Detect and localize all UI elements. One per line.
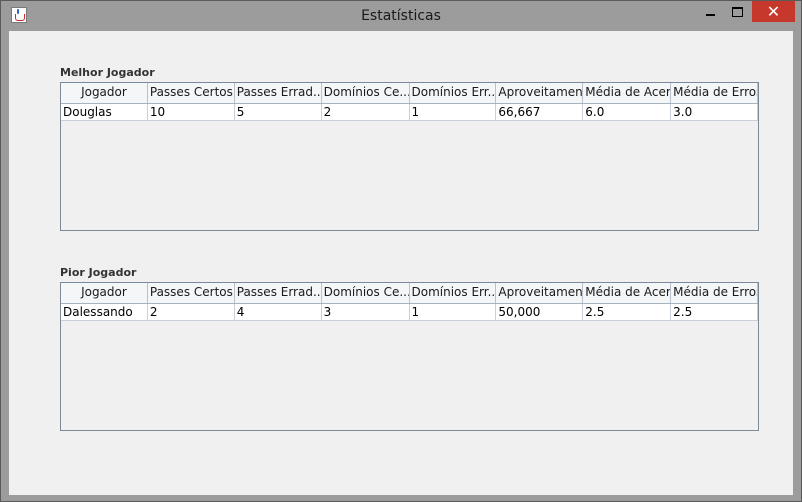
column-header-passes-right[interactable]: Passes Certos (148, 83, 235, 103)
cell-domains-right[interactable]: 3 (321, 304, 410, 321)
cell-avg-errors[interactable]: 3.0 (671, 104, 758, 121)
table-row[interactable]: Douglas 10 5 2 1 66,667 6.0 3.0 (61, 104, 758, 121)
close-icon: ✕ (766, 2, 781, 21)
column-header-passes-right[interactable]: Passes Certos (148, 283, 235, 303)
table-row[interactable]: Dalessando 2 4 3 1 50,000 2.5 2.5 (61, 304, 758, 321)
cell-domains-right[interactable]: 2 (321, 104, 410, 121)
minimize-button[interactable] (697, 1, 723, 22)
column-header-efficiency[interactable]: Aproveitamento (496, 283, 584, 303)
cell-efficiency[interactable]: 50,000 (496, 304, 584, 321)
column-header-domains-right[interactable]: Domínios Ce... (322, 283, 410, 303)
cell-domains-wrong[interactable]: 1 (409, 104, 497, 121)
window-title: Estatísticas (361, 8, 441, 24)
column-header-player[interactable]: Jogador (61, 283, 148, 303)
title-bar[interactable]: Estatísticas ✕ (1, 1, 801, 31)
minimize-icon (705, 13, 715, 16)
table-header: Jogador Passes Certos Passes Errad... Do… (61, 283, 758, 304)
statistics-window: Estatísticas ✕ Melhor Jogador Jogador Pa… (0, 0, 802, 502)
cell-passes-wrong[interactable]: 5 (234, 104, 322, 121)
cell-player[interactable]: Dalessando (61, 304, 148, 321)
maximize-button[interactable] (724, 1, 750, 22)
column-header-avg-hits[interactable]: Média de Acer... (583, 283, 672, 303)
cell-passes-right[interactable]: 10 (147, 104, 235, 121)
column-header-domains-right[interactable]: Domínios Ce... (322, 83, 410, 103)
cell-passes-right[interactable]: 2 (147, 304, 235, 321)
best-player-table[interactable]: Jogador Passes Certos Passes Errad... Do… (60, 82, 759, 231)
column-header-avg-errors[interactable]: Média de Erros (671, 83, 758, 103)
cell-player[interactable]: Douglas (61, 104, 148, 121)
column-header-player[interactable]: Jogador (61, 83, 148, 103)
column-header-domains-wrong[interactable]: Domínios Err... (410, 83, 497, 103)
window-frame-left (1, 31, 9, 501)
cell-efficiency[interactable]: 66,667 (496, 104, 584, 121)
best-player-label: Melhor Jogador (60, 66, 155, 79)
cell-avg-hits[interactable]: 2.5 (583, 304, 672, 321)
cell-domains-wrong[interactable]: 1 (409, 304, 497, 321)
window-frame-right (793, 31, 801, 501)
close-button[interactable]: ✕ (752, 1, 795, 22)
column-header-passes-wrong[interactable]: Passes Errad... (235, 283, 322, 303)
column-header-domains-wrong[interactable]: Domínios Err... (410, 283, 497, 303)
column-header-efficiency[interactable]: Aproveitamento (496, 83, 584, 103)
cell-avg-errors[interactable]: 2.5 (671, 304, 758, 321)
worst-player-label: Pior Jogador (60, 266, 137, 279)
cell-avg-hits[interactable]: 6.0 (583, 104, 672, 121)
column-header-avg-hits[interactable]: Média de Acer... (583, 83, 672, 103)
column-header-avg-errors[interactable]: Média de Erros (671, 283, 758, 303)
column-header-passes-wrong[interactable]: Passes Errad... (235, 83, 322, 103)
cell-passes-wrong[interactable]: 4 (234, 304, 322, 321)
maximize-icon (731, 6, 743, 17)
table-header: Jogador Passes Certos Passes Errad... Do… (61, 83, 758, 104)
worst-player-table[interactable]: Jogador Passes Certos Passes Errad... Do… (60, 282, 759, 431)
